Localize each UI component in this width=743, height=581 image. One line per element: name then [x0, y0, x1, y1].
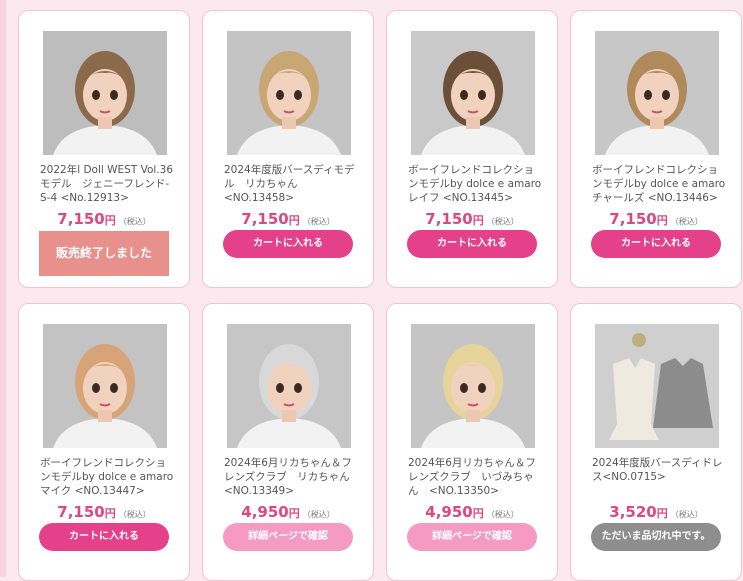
price-tax-note: （税込）: [670, 510, 703, 519]
product-image[interactable]: [43, 31, 167, 155]
price-tax-note: （税込）: [486, 510, 519, 519]
product-image[interactable]: [595, 31, 719, 155]
view-details-button[interactable]: 詳細ページで確認: [223, 523, 353, 551]
product-image[interactable]: [595, 324, 719, 448]
product-card[interactable]: 2024年6月リカちゃん＆フ レンズクラブ リカちゃん <NO.13349> 4,…: [202, 303, 374, 581]
add-to-cart-button[interactable]: カートに入れる: [39, 523, 169, 551]
product-title[interactable]: 2024年6月リカちゃん＆フ レンズクラブ リカちゃん <NO.13349>: [224, 456, 360, 498]
product-card[interactable]: 2024年度版バースディモデ ル リカちゃん <NO.13458> 7,150円（…: [202, 10, 374, 288]
product-image[interactable]: [43, 324, 167, 448]
price-tax-note: （税込）: [302, 510, 335, 519]
price-currency: 円: [288, 214, 300, 227]
product-price: 7,150円 （税込）: [571, 210, 741, 228]
price-value: 7,150: [425, 210, 473, 228]
add-to-cart-button[interactable]: カートに入れる: [407, 230, 537, 258]
price-value: 4,950: [425, 503, 473, 521]
price-currency: 円: [288, 507, 300, 520]
product-card[interactable]: ボーイフレンドコレクショ ンモデルby dolce e amaro レイフ <N…: [386, 10, 558, 288]
product-card[interactable]: 2024年6月リカちゃん＆フ レンズクラブ いづみちゃ ん <NO.13350>…: [386, 303, 558, 581]
price-tax-note: （税込）: [118, 510, 151, 519]
price-tax-note: （税込）: [486, 217, 519, 226]
add-to-cart-button[interactable]: カートに入れる: [591, 230, 721, 258]
product-image[interactable]: [227, 324, 351, 448]
product-image[interactable]: [227, 31, 351, 155]
price-tax-note: （税込）: [670, 217, 703, 226]
price-value: 7,150: [57, 210, 105, 228]
product-title[interactable]: ボーイフレンドコレクショ ンモデルby dolce e amaro マイク <N…: [40, 456, 176, 498]
product-image[interactable]: [411, 324, 535, 448]
product-price: 3,520円 （税込）: [571, 503, 741, 521]
price-tax-note: （税込）: [118, 217, 151, 226]
product-card[interactable]: 2024年度版バースディドレ ス<NO.0715> 3,520円 （税込） ただいま品…: [570, 303, 742, 581]
product-price: 7,150円 （税込）: [19, 210, 189, 228]
price-currency: 円: [656, 507, 668, 520]
product-title[interactable]: 2022年l Doll WEST Vol.36 モデル ジェニーフレンド- S-…: [40, 163, 176, 205]
product-title[interactable]: 2024年度版バースディドレ ス<NO.0715>: [592, 456, 728, 484]
price-value: 3,520: [609, 503, 657, 521]
product-card[interactable]: ボーイフレンドコレクショ ンモデルby dolce e amaro マイク <N…: [18, 303, 190, 581]
price-currency: 円: [472, 507, 484, 520]
out-of-stock-button: ただいま品切れ中です。: [591, 523, 721, 551]
product-price: 4,950円 （税込）: [387, 503, 557, 521]
price-currency: 円: [656, 214, 668, 227]
price-value: 7,150: [57, 503, 105, 521]
price-currency: 円: [104, 214, 116, 227]
price-value: 4,950: [241, 503, 289, 521]
product-title[interactable]: 2024年6月リカちゃん＆フ レンズクラブ いづみちゃ ん <NO.13350>: [408, 456, 544, 498]
product-title[interactable]: ボーイフレンドコレクショ ンモデルby dolce e amaro レイフ <N…: [408, 163, 544, 205]
product-price: 7,150円 （税込）: [203, 210, 373, 228]
product-price: 7,150円 （税込）: [387, 210, 557, 228]
price-currency: 円: [104, 507, 116, 520]
product-card[interactable]: 2022年l Doll WEST Vol.36 モデル ジェニーフレンド- S-…: [18, 10, 190, 288]
price-tax-note: （税込）: [302, 217, 335, 226]
product-title[interactable]: ボーイフレンドコレクショ ンモデルby dolce e amaro チャールズ …: [592, 163, 728, 205]
product-image[interactable]: [411, 31, 535, 155]
product-title[interactable]: 2024年度版バースディモデ ル リカちゃん <NO.13458>: [224, 163, 360, 205]
add-to-cart-button[interactable]: カートに入れる: [223, 230, 353, 258]
view-details-button[interactable]: 詳細ページで確認: [407, 523, 537, 551]
price-value: 7,150: [241, 210, 289, 228]
product-price: 7,150円 （税込）: [19, 503, 189, 521]
price-value: 7,150: [609, 210, 657, 228]
sold-out-button: 販売終了しました: [39, 231, 169, 276]
product-price: 4,950円 （税込）: [203, 503, 373, 521]
price-currency: 円: [472, 214, 484, 227]
product-card[interactable]: ボーイフレンドコレクショ ンモデルby dolce e amaro チャールズ …: [570, 10, 742, 288]
page-left-border: [0, 0, 6, 577]
